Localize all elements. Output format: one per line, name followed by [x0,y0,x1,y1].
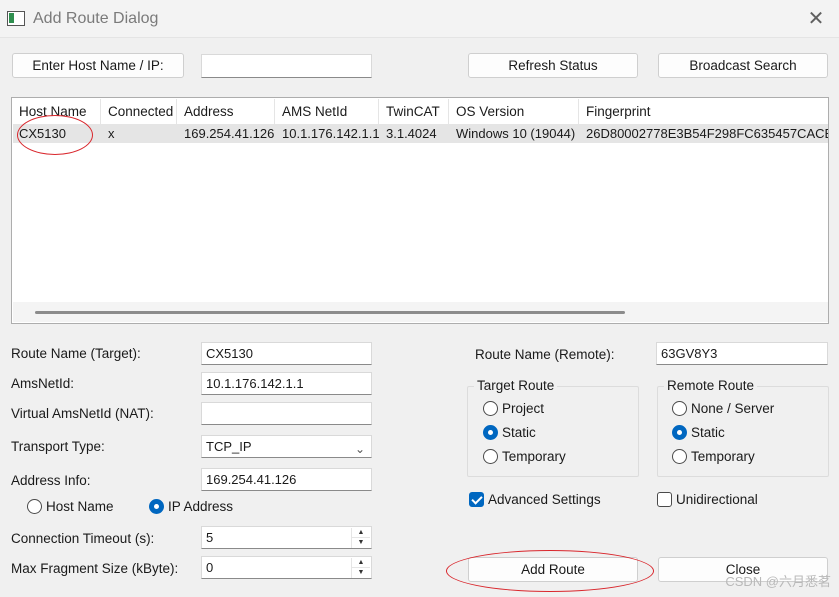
ip-address-radio-label[interactable]: IP Address [168,499,233,514]
address-info-label: Address Info: [11,473,91,488]
route-name-label: Route Name (Target): [11,346,141,361]
max-fragment-stepper[interactable]: 0 ▲ ▼ [201,556,372,579]
column-ams-netid[interactable]: AMS NetId [275,99,379,124]
connection-timeout-stepper[interactable]: 5 ▲ ▼ [201,526,372,549]
cell-connected: x [108,126,115,141]
remote-route-title: Remote Route [664,378,758,393]
enter-host-button[interactable]: Enter Host Name / IP: [12,53,184,78]
column-os-version[interactable]: OS Version [449,99,579,124]
route-name-remote-input[interactable]: 63GV8Y3 [656,342,828,365]
horizontal-scrollbar[interactable] [13,302,828,322]
route-name-remote-label: Route Name (Remote): [475,347,615,362]
window-title: Add Route Dialog [33,10,159,27]
target-temporary-label[interactable]: Temporary [502,449,566,464]
cell-ams-netid: 10.1.176.142.1.1 [282,126,379,141]
table-row[interactable]: CX5130 x 169.254.41.126 10.1.176.142.1.1… [13,124,829,143]
list-header: Host Name Connected Address AMS NetId Tw… [12,99,828,124]
connection-timeout-label: Connection Timeout (s): [11,531,155,546]
cell-address: 169.254.41.126 [184,126,275,141]
watermark: CSDN @六月悉茗 [725,574,831,589]
cell-twincat: 3.1.4024 [386,126,437,141]
target-static-label[interactable]: Static [502,425,536,440]
app-icon [7,11,25,26]
target-route-group: Target Route Project Static Temporary [467,378,639,477]
host-name-radio-label[interactable]: Host Name [46,499,114,514]
target-static-radio[interactable] [483,425,498,440]
target-project-label[interactable]: Project [502,401,544,416]
column-address[interactable]: Address [177,99,275,124]
column-twincat[interactable]: TwinCAT [379,99,449,124]
timeout-spinner[interactable]: ▲ ▼ [351,528,370,548]
chevron-down-icon[interactable]: ⌄ [355,439,365,460]
amsnetid-label: AmsNetId: [11,376,75,391]
spin-down-icon[interactable]: ▼ [352,568,370,578]
ip-address-radio[interactable] [149,499,164,514]
connection-timeout-value: 5 [206,530,214,545]
scrollbar-thumb[interactable] [35,311,625,314]
max-fragment-label: Max Fragment Size (kByte): [11,561,179,576]
remote-none-server-radio[interactable] [672,401,687,416]
advanced-settings-label[interactable]: Advanced Settings [488,492,601,507]
unidirectional-checkbox[interactable] [657,492,672,507]
host-ip-input[interactable] [201,54,372,78]
remote-none-server-label[interactable]: None / Server [691,401,774,416]
virtual-amsnetid-input[interactable] [201,402,372,425]
spin-down-icon[interactable]: ▼ [352,538,370,548]
annotation-ellipse-host [17,115,93,155]
cell-fingerprint: 26D80002778E3B54F298FC635457CACB [586,126,829,141]
fragment-spinner[interactable]: ▲ ▼ [351,558,370,578]
annotation-ellipse-add-route [446,550,654,592]
address-info-input[interactable]: 169.254.41.126 [201,468,372,491]
remote-static-radio[interactable] [672,425,687,440]
amsnetid-input[interactable]: 10.1.176.142.1.1 [201,372,372,395]
refresh-status-button[interactable]: Refresh Status [468,53,638,78]
close-icon[interactable]: ✕ [803,6,829,32]
remote-temporary-radio[interactable] [672,449,687,464]
transport-type-label: Transport Type: [11,439,105,454]
broadcast-search-button[interactable]: Broadcast Search [658,53,828,78]
spin-up-icon[interactable]: ▲ [352,528,370,538]
max-fragment-value: 0 [206,560,214,575]
unidirectional-label[interactable]: Unidirectional [676,492,758,507]
remote-static-label[interactable]: Static [691,425,725,440]
host-name-radio[interactable] [27,499,42,514]
column-connected[interactable]: Connected [101,99,177,124]
column-fingerprint[interactable]: Fingerprint [579,99,828,124]
transport-type-value: TCP_IP [206,439,252,454]
device-list[interactable]: Host Name Connected Address AMS NetId Tw… [11,97,829,324]
remote-temporary-label[interactable]: Temporary [691,449,755,464]
cell-os-version: Windows 10 (19044) [456,126,576,141]
spin-up-icon[interactable]: ▲ [352,558,370,568]
title-bar: Add Route Dialog ✕ [0,0,839,38]
virtual-amsnetid-label: Virtual AmsNetId (NAT): [11,406,154,421]
target-route-title: Target Route [474,378,558,393]
advanced-settings-checkbox[interactable] [469,492,484,507]
target-temporary-radio[interactable] [483,449,498,464]
route-name-input[interactable]: CX5130 [201,342,372,365]
target-project-radio[interactable] [483,401,498,416]
remote-route-group: Remote Route None / Server Static Tempor… [657,378,829,477]
transport-type-select[interactable]: TCP_IP ⌄ [201,435,372,458]
